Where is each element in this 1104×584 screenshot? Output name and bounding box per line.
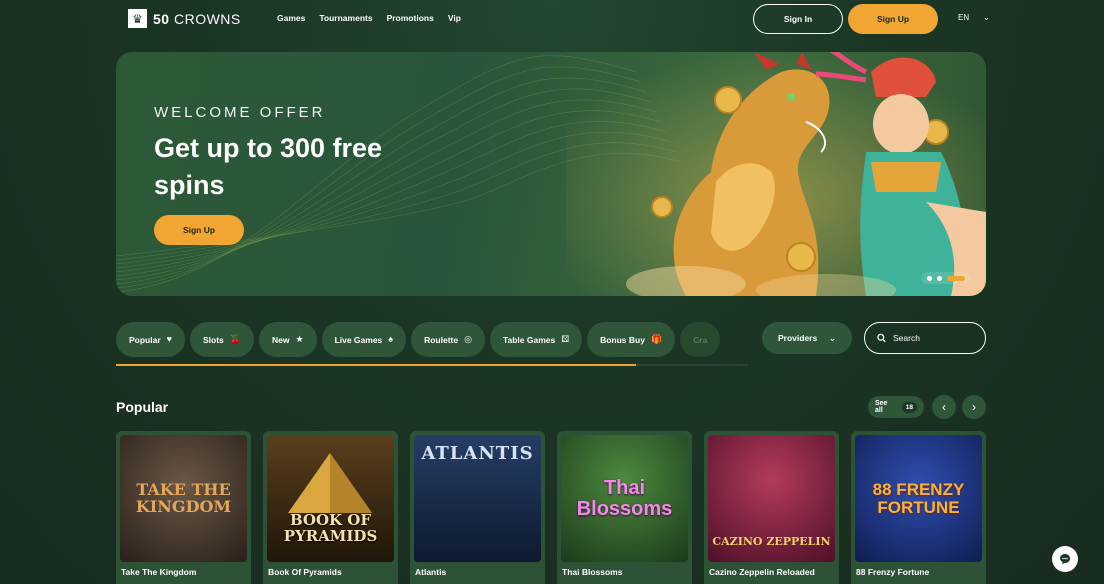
- search-input[interactable]: [893, 333, 973, 343]
- offer-title: Get up to 300 free spins: [154, 133, 383, 200]
- chevron-down-icon: ⌄: [983, 13, 990, 22]
- game-thumbnail[interactable]: 88 FRENZY FORTUNE: [855, 435, 982, 562]
- game-title: Thai Blossoms: [562, 567, 623, 577]
- game-card[interactable]: BOOK OF PYRAMIDS Book Of Pyramids: [263, 431, 398, 584]
- game-card[interactable]: TAKE THE KINGDOM Take The Kingdom: [116, 431, 251, 584]
- category-chip-new[interactable]: New ★: [259, 322, 317, 357]
- carousel-indicator[interactable]: [921, 272, 970, 284]
- top-header: ♛ 50 CROWNS Games Tournaments Promotions…: [0, 0, 1104, 38]
- logo-number: 50: [153, 10, 170, 27]
- game-title: Book Of Pyramids: [268, 567, 342, 577]
- category-scroll-indicator[interactable]: [116, 364, 636, 366]
- language-selector[interactable]: EN ⌄: [958, 13, 990, 22]
- gift-icon: 🎁: [650, 334, 663, 344]
- site-logo[interactable]: ♛ 50 CROWNS: [128, 9, 241, 28]
- game-card[interactable]: CAZINO ZEPPELIN Cazino Zeppelin Reloaded: [704, 431, 839, 584]
- carousel-dot-active[interactable]: [947, 275, 965, 281]
- category-chip-popular[interactable]: Popular ♥: [116, 322, 185, 357]
- category-chip-roulette[interactable]: Roulette ◎: [411, 322, 485, 357]
- nav-item-vip[interactable]: Vip: [448, 13, 461, 23]
- game-card[interactable]: 88 FRENZY FORTUNE 88 Frenzy Fortune: [851, 431, 986, 584]
- language-label: EN: [958, 13, 970, 22]
- dice-icon: ⚄: [561, 334, 570, 344]
- game-card[interactable]: Thai Blossoms Thai Blossoms: [557, 431, 692, 584]
- spade-icon: ♠: [388, 334, 394, 344]
- category-chip-table-games[interactable]: Table Games ⚄: [489, 322, 583, 357]
- chevron-down-icon: ⌄: [828, 332, 836, 343]
- category-chip-bonus-buy[interactable]: Bonus Buy 🎁: [587, 322, 676, 357]
- chevron-right-icon: ›: [972, 400, 976, 414]
- see-all-button[interactable]: See all 18: [868, 396, 924, 418]
- game-thumbnail[interactable]: Thai Blossoms: [561, 435, 688, 562]
- game-thumbnail[interactable]: TAKE THE KINGDOM: [120, 435, 247, 562]
- search-box[interactable]: [864, 322, 986, 354]
- game-thumbnail[interactable]: BOOK OF PYRAMIDS: [267, 435, 394, 562]
- welcome-banner[interactable]: WELCOME OFFER Get up to 300 free spins S…: [116, 52, 986, 296]
- star-icon: ★: [295, 334, 304, 344]
- game-title: 88 Frenzy Fortune: [856, 567, 930, 577]
- see-all-label: See all: [875, 400, 888, 414]
- game-card[interactable]: ATLANTIS Atlantis: [410, 431, 545, 584]
- previous-arrow-button[interactable]: ‹: [932, 395, 956, 419]
- search-icon: [877, 333, 886, 343]
- nav-item-promotions[interactable]: Promotions: [387, 13, 434, 23]
- category-filter-bar: Popular ♥ Slots 🍒 New ★ Live Games ♠ Rou…: [116, 322, 748, 357]
- category-chip-live-games[interactable]: Live Games ♠: [321, 322, 407, 357]
- logo-wordmark: CROWNS: [173, 10, 241, 27]
- section-title-popular: Popular: [116, 399, 169, 415]
- dragon-warrior-illustration: [566, 52, 986, 296]
- chevron-left-icon: ‹: [942, 400, 946, 414]
- carousel-dot[interactable]: [927, 275, 932, 281]
- live-chat-button[interactable]: [1052, 546, 1078, 572]
- cherries-icon: 🍒: [229, 334, 241, 344]
- game-thumbnail[interactable]: CAZINO ZEPPELIN: [708, 435, 835, 562]
- game-title: Take The Kingdom: [121, 567, 197, 577]
- nav-item-tournaments[interactable]: Tournaments: [319, 13, 372, 23]
- carousel-dot[interactable]: [937, 275, 942, 281]
- game-title: Cazino Zeppelin Reloaded: [709, 567, 815, 577]
- roulette-icon: ◎: [464, 334, 472, 344]
- nav-item-games[interactable]: Games: [277, 13, 305, 23]
- providers-dropdown[interactable]: Providers ⌄: [762, 322, 852, 354]
- main-nav: Games Tournaments Promotions Vip: [277, 13, 461, 23]
- chat-bubble-icon: [1060, 554, 1070, 564]
- providers-label: Providers: [778, 333, 818, 343]
- heart-icon: ♥: [166, 334, 172, 344]
- hero-sign-up-button[interactable]: Sign Up: [154, 215, 244, 245]
- next-arrow-button[interactable]: ›: [962, 395, 986, 419]
- offer-eyebrow: WELCOME OFFER: [154, 104, 326, 121]
- game-title: Atlantis: [415, 567, 447, 577]
- category-chip-slots[interactable]: Slots 🍒: [190, 322, 254, 357]
- game-thumbnail[interactable]: ATLANTIS: [414, 435, 541, 562]
- crown-icon: ♛: [128, 9, 147, 28]
- category-chip-truncated[interactable]: Cra: [680, 322, 721, 357]
- sign-in-button[interactable]: Sign In: [753, 4, 843, 34]
- game-count-badge: 18: [901, 401, 917, 413]
- sign-up-button[interactable]: Sign Up: [848, 4, 938, 34]
- popular-games-carousel: TAKE THE KINGDOM Take The Kingdom BOOK O…: [116, 431, 986, 584]
